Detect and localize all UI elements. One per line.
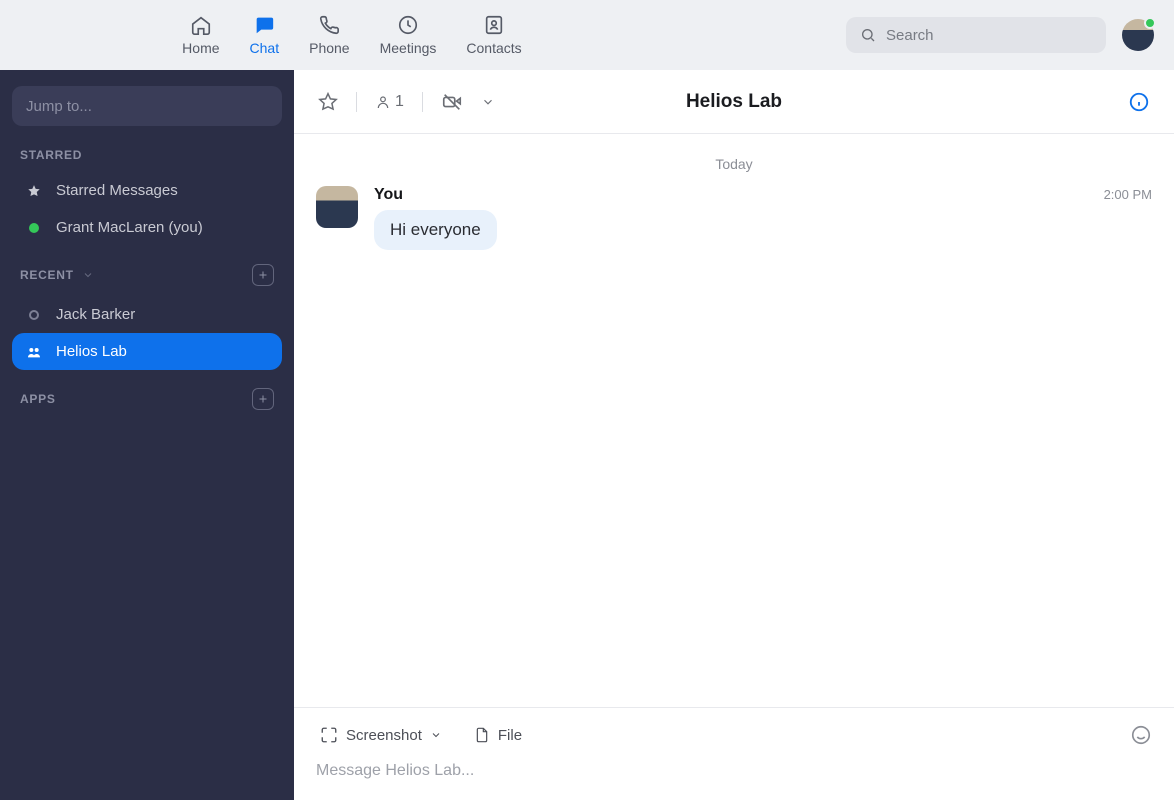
chevron-down-icon [430,729,442,741]
section-label-text: APPS [20,392,56,406]
chat-title: Helios Lab [686,91,782,113]
contacts-icon [483,14,505,36]
clock-icon [397,14,419,36]
sidebar-item-label: Starred Messages [56,182,178,199]
message-author-avatar[interactable] [316,186,358,228]
video-off-icon[interactable] [441,91,463,113]
add-recent-button[interactable] [252,264,274,286]
message-time: 2:00 PM [1104,187,1152,202]
date-divider: Today [294,134,1174,186]
search-icon [860,27,876,43]
sidebar-item-self[interactable]: Grant MacLaren (you) [12,209,282,246]
section-label-text: RECENT [20,268,74,282]
separator [356,92,357,112]
user-avatar[interactable] [1122,19,1154,51]
screenshot-icon [320,726,338,744]
sidebar-item-label: Jack Barker [56,306,135,323]
section-apps-label[interactable]: APPS [12,388,282,410]
section-recent-label[interactable]: RECENT [12,264,282,286]
nav-chat[interactable]: Chat [250,14,280,56]
sidebar-item-label: Grant MacLaren (you) [56,219,203,236]
add-app-button[interactable] [252,388,274,410]
section-starred-label: STARRED [12,148,282,162]
file-tool[interactable]: File [470,721,526,750]
status-online-icon [26,220,42,236]
separator [422,92,423,112]
sidebar-item-label: Helios Lab [56,343,127,360]
sidebar-item-starred-messages[interactable]: Starred Messages [12,172,282,209]
chevron-down-icon [82,269,94,281]
nav-contacts[interactable]: Contacts [466,14,521,56]
phone-icon [318,14,340,36]
jump-to-box[interactable] [12,86,282,126]
nav-label: Meetings [380,40,437,56]
home-icon [190,14,212,36]
star-icon [26,183,42,199]
jump-to-input[interactable] [26,98,268,115]
chevron-down-icon[interactable] [481,95,495,109]
emoji-picker-icon[interactable] [1130,724,1152,746]
message-input[interactable] [316,762,1152,780]
search-box[interactable] [846,17,1106,53]
nav-label: Phone [309,40,349,56]
nav-label: Contacts [466,40,521,56]
nav-meetings[interactable]: Meetings [380,14,437,56]
group-icon [26,344,42,360]
sidebar-item-jack-barker[interactable]: Jack Barker [12,296,282,333]
search-input[interactable] [886,27,1092,44]
message-bubble: Hi everyone [374,210,497,250]
screenshot-tool[interactable]: Screenshot [316,720,446,750]
nav-label: Home [182,40,219,56]
screenshot-label: Screenshot [346,727,422,744]
message-row: You 2:00 PM Hi everyone [294,186,1174,250]
nav-phone[interactable]: Phone [309,14,349,56]
info-button[interactable] [1128,91,1150,113]
section-label-text: STARRED [20,148,82,162]
member-count: 1 [395,93,404,111]
chat-icon [253,14,275,36]
file-label: File [498,727,522,744]
members-button[interactable]: 1 [375,93,404,111]
status-offline-icon [26,307,42,323]
message-author: You [374,186,403,204]
star-outline-icon[interactable] [318,92,338,112]
nav-label: Chat [250,40,280,56]
sidebar-item-helios-lab[interactable]: Helios Lab [12,333,282,370]
nav-home[interactable]: Home [182,14,219,56]
file-icon [474,727,490,743]
